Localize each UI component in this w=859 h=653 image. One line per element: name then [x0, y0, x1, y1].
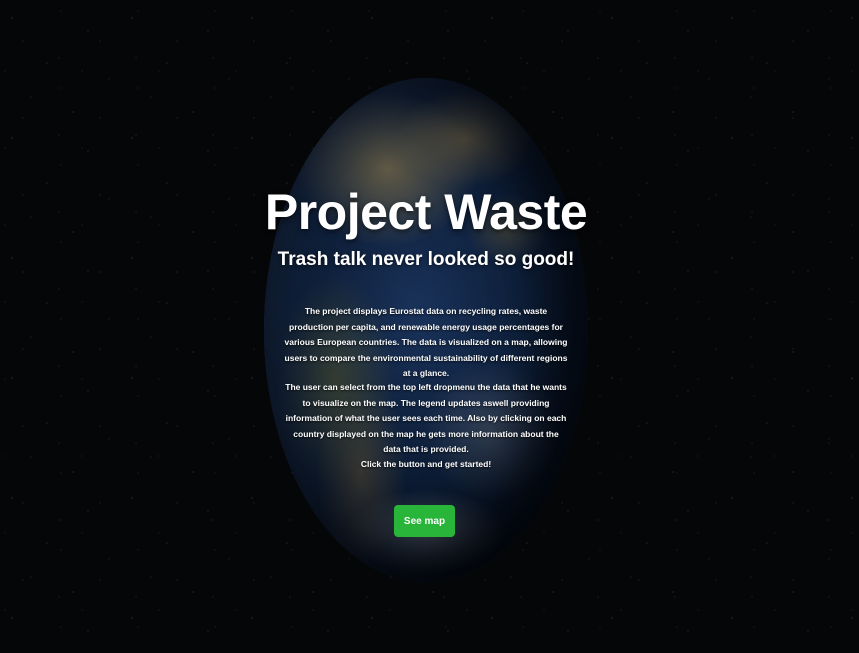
hero-content: Project Waste Trash talk never looked so… — [264, 78, 588, 582]
page-subtitle: Trash talk never looked so good! — [277, 249, 575, 270]
description-paragraph: The project displays Eurostat data on re… — [284, 306, 568, 378]
call-to-action-text: Click the button and get started! — [360, 459, 492, 469]
see-map-button[interactable]: See map — [394, 505, 455, 537]
page-title: Project Waste — [264, 184, 588, 240]
instructions-paragraph: The user can select from the top left dr… — [285, 382, 567, 454]
